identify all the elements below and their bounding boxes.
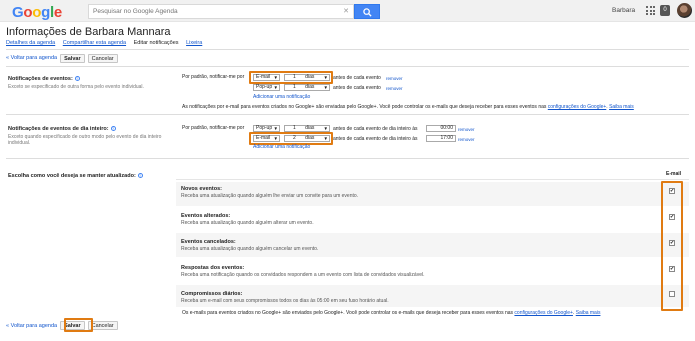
update-description: Receba uma atualização quando alguém can… xyxy=(181,246,319,252)
update-title: Eventos alterados: xyxy=(181,213,231,219)
tab-calendar-details[interactable]: Detalhes da agenda xyxy=(6,40,55,46)
remove-notification-link[interactable]: remover xyxy=(458,137,475,142)
update-description: Receba uma notificação quando os convida… xyxy=(181,272,425,278)
default-notify-label: Por padrão, notificar-me por xyxy=(182,125,245,131)
notification-time-field[interactable]: 17:00 xyxy=(426,135,456,142)
update-title: Compromissos diários: xyxy=(181,291,243,297)
google-logo[interactable]: Google xyxy=(12,4,62,21)
settings-tabs: Detalhes da agenda Compartilhar esta age… xyxy=(6,40,208,49)
divider xyxy=(6,114,689,115)
add-notification-link[interactable]: Adicionar uma notificação xyxy=(253,144,310,150)
update-description: Receba uma atualização quando alguém lhe… xyxy=(181,193,359,199)
update-row-band xyxy=(176,259,689,283)
email-column-header: E-mail xyxy=(666,171,682,177)
allday-notifications-sublabel: Exceto quando especificado de outro modo… xyxy=(8,134,162,146)
search-input[interactable] xyxy=(89,5,339,18)
learn-more-link[interactable]: Saiba mais xyxy=(576,310,601,316)
tab-edit-notifications[interactable]: Editar notificações xyxy=(134,40,179,46)
update-description: Receba um e-mail com seus compromissos t… xyxy=(181,298,389,304)
back-to-calendar-link[interactable]: « Voltar para agenda xyxy=(6,323,57,329)
default-notify-label: Por padrão, notificar-me por xyxy=(182,74,245,80)
divider xyxy=(6,49,689,50)
update-title: Respostas dos eventos: xyxy=(181,265,245,271)
save-button[interactable]: Salvar xyxy=(60,53,85,63)
notification-time-select[interactable]: 1 dias ▼ xyxy=(284,125,330,132)
top-bar: Google ✕ Barbara 0 xyxy=(0,0,695,22)
allday-notifications-label: Notificações de eventos de dia inteiro:? xyxy=(8,126,116,132)
remove-notification-link[interactable]: remover xyxy=(458,127,475,132)
clear-search-icon[interactable]: ✕ xyxy=(343,7,349,15)
search-icon xyxy=(363,8,372,17)
user-name[interactable]: Barbara xyxy=(612,7,635,14)
bottom-actions: « Voltar para agenda Salvar Cancelar xyxy=(6,321,118,330)
apps-grid-icon[interactable] xyxy=(646,6,655,15)
update-description: Receba uma atualização quando alguém alt… xyxy=(181,220,314,226)
google-plus-note: As notificações por e-mail para eventos … xyxy=(182,104,634,110)
cancel-button[interactable]: Cancelar xyxy=(87,53,118,63)
notification-suffix: antes de cada evento xyxy=(333,85,381,91)
tab-trash[interactable]: Lixeira xyxy=(186,40,202,46)
search-box[interactable]: ✕ xyxy=(88,4,354,19)
remove-notification-link[interactable]: remover xyxy=(386,86,403,91)
google-plus-settings-link[interactable]: configurações do Google+ xyxy=(514,310,573,316)
search-button[interactable] xyxy=(354,4,380,19)
update-title: Novos eventos: xyxy=(181,186,222,192)
top-actions: « Voltar para agenda Salvar Cancelar xyxy=(6,53,118,63)
tab-share-calendar[interactable]: Compartilhar esta agenda xyxy=(63,40,126,46)
notification-suffix: antes de cada evento xyxy=(333,75,381,81)
help-icon[interactable]: ? xyxy=(74,76,80,82)
highlight-box xyxy=(249,71,333,84)
updates-label: Escolha como você deseja se manter atual… xyxy=(8,173,143,179)
event-notifications-label: Notificações de eventos:? xyxy=(8,76,80,82)
help-icon[interactable]: ? xyxy=(137,173,143,179)
notification-suffix: antes de cada evento de dia inteiro às xyxy=(333,136,418,142)
google-plus-note: Os e-mails para eventos criados no Googl… xyxy=(182,310,601,316)
google-plus-settings-link[interactable]: configurações do Google+ xyxy=(548,104,607,110)
divider xyxy=(6,66,689,67)
update-row-band xyxy=(176,207,689,231)
update-title: Eventos cancelados: xyxy=(181,239,236,245)
update-row-band xyxy=(176,233,689,257)
highlight-box xyxy=(661,181,683,311)
divider xyxy=(176,179,689,180)
notification-method-select[interactable]: Pop-up ▼ xyxy=(253,84,280,91)
notifications-bell-icon[interactable]: 0 xyxy=(660,5,670,16)
remove-notification-link[interactable]: remover xyxy=(386,76,403,81)
highlight-box xyxy=(64,318,93,332)
notification-method-select[interactable]: Pop-up ▼ xyxy=(253,125,280,132)
notification-time-select[interactable]: 1 dias ▼ xyxy=(284,84,330,91)
notification-suffix: antes de cada evento de dia inteiro às xyxy=(333,126,418,132)
learn-more-link[interactable]: Saiba mais xyxy=(609,104,634,110)
page-title: Informações de Barbara Mannara xyxy=(6,26,171,38)
add-notification-link[interactable]: Adicionar uma notificação xyxy=(253,94,310,100)
notification-time-field[interactable]: 00:00 xyxy=(426,125,456,132)
help-icon[interactable]: ? xyxy=(110,126,116,132)
back-to-calendar-link[interactable]: « Voltar para agenda xyxy=(6,55,57,61)
event-notifications-sublabel: Exceto se especificado de outra forma pe… xyxy=(8,84,144,90)
divider xyxy=(6,158,689,159)
avatar[interactable] xyxy=(677,3,692,18)
